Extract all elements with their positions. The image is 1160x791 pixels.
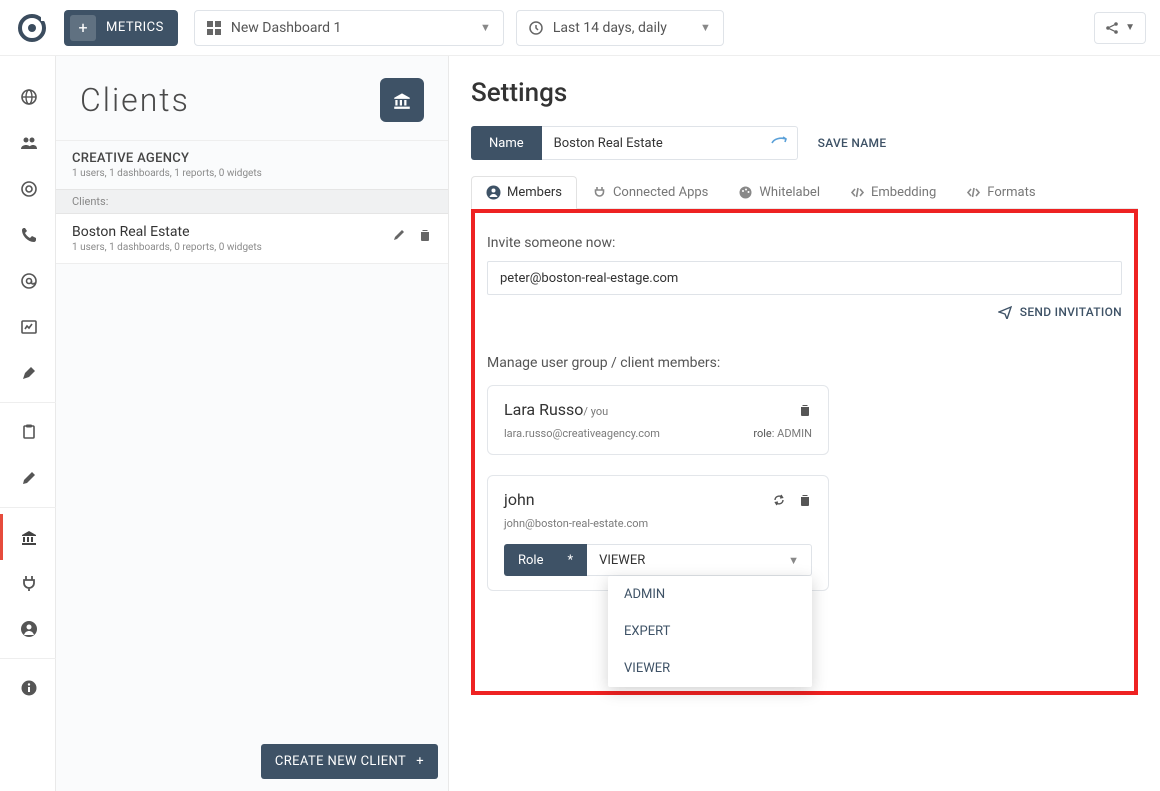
invite-email-input[interactable]	[487, 261, 1122, 295]
clock-icon	[529, 21, 543, 35]
clear-icon[interactable]	[761, 136, 797, 150]
code-icon	[966, 185, 981, 200]
edit-icon[interactable]	[392, 228, 406, 242]
tab-label: Embedding	[871, 185, 936, 200]
tab-connected-apps[interactable]: Connected Apps	[577, 176, 723, 208]
nav-clipboard-icon[interactable]	[0, 409, 56, 455]
client-name-input[interactable]	[542, 136, 761, 151]
plus-icon: +	[70, 15, 96, 41]
member-email: lara.russo@creativeagency.com	[504, 427, 660, 440]
member-you-suffix: / you	[583, 405, 608, 418]
plug-icon	[592, 185, 607, 200]
delete-icon[interactable]	[798, 493, 812, 507]
member-name: john	[504, 490, 535, 509]
send-label: SEND INVITATION	[1020, 305, 1122, 319]
tab-members[interactable]: Members	[471, 176, 577, 208]
client-meta: 1 users, 1 dashboards, 0 reports, 0 widg…	[72, 242, 392, 253]
agency-item[interactable]: CREATIVE AGENCY 1 users, 1 dashboards, 1…	[56, 140, 448, 189]
client-name: Boston Real Estate	[72, 224, 392, 240]
tab-formats[interactable]: Formats	[951, 176, 1050, 208]
dashboard-name: New Dashboard 1	[231, 20, 341, 36]
nav-at-icon[interactable]	[0, 258, 56, 304]
metrics-label: METRICS	[106, 20, 164, 35]
nav-bank-icon[interactable]	[0, 514, 56, 560]
role-option-expert[interactable]: EXPERT	[608, 613, 812, 650]
members-panel-highlight: Invite someone now: SEND INVITATION Mana…	[471, 209, 1138, 695]
clients-bank-button[interactable]	[380, 78, 424, 122]
nav-target-icon[interactable]	[0, 166, 56, 212]
nav-people-icon[interactable]	[0, 120, 56, 166]
delete-icon[interactable]	[418, 228, 432, 242]
tab-label: Connected Apps	[613, 185, 708, 200]
role-value: : ADMIN	[772, 427, 812, 440]
create-client-button[interactable]: CREATE NEW CLIENT +	[261, 744, 438, 779]
role-dropdown: ADMIN EXPERT VIEWER	[608, 576, 812, 687]
agency-meta: 1 users, 1 dashboards, 1 reports, 0 widg…	[72, 168, 432, 179]
client-item[interactable]: Boston Real Estate 1 users, 1 dashboards…	[56, 214, 448, 264]
member-email: john@boston-real-estate.com	[504, 517, 648, 530]
clients-section-label: Clients:	[56, 189, 448, 214]
tab-label: Members	[507, 185, 562, 200]
nav-plug-icon[interactable]	[0, 560, 56, 606]
app-logo[interactable]	[14, 10, 50, 46]
share-icon	[1105, 21, 1119, 35]
nav-info-icon[interactable]	[0, 665, 56, 711]
member-card: Lara Russo/ you lara.russo@creativeagenc…	[487, 385, 829, 455]
nav-phone-icon[interactable]	[0, 212, 56, 258]
grid-icon	[207, 21, 221, 35]
chevron-down-icon: ▼	[460, 21, 491, 34]
tab-whitelabel[interactable]: Whitelabel	[723, 176, 835, 208]
delete-icon[interactable]	[798, 403, 812, 417]
clients-title: Clients	[80, 81, 190, 119]
name-field-label: Name	[471, 126, 542, 160]
metrics-button[interactable]: + METRICS	[64, 10, 178, 46]
create-client-label: CREATE NEW CLIENT	[275, 754, 406, 769]
agency-name: CREATIVE AGENCY	[72, 151, 432, 166]
refresh-icon[interactable]	[772, 493, 786, 507]
tab-label: Formats	[987, 185, 1035, 200]
tab-label: Whitelabel	[759, 185, 820, 200]
role-option-viewer[interactable]: VIEWER	[608, 650, 812, 687]
palette-icon	[738, 185, 753, 200]
chevron-down-icon: ▼	[680, 21, 711, 34]
nav-edit-icon[interactable]	[0, 455, 56, 501]
role-selected-value: VIEWER	[599, 553, 645, 568]
send-icon	[998, 305, 1012, 319]
settings-title: Settings	[471, 78, 1138, 108]
role-field-label: Role*	[504, 544, 587, 576]
share-button[interactable]: ▼	[1094, 12, 1146, 44]
role-option-admin[interactable]: ADMIN	[608, 576, 812, 613]
role-label: role	[753, 427, 771, 440]
daterange-select[interactable]: Last 14 days, daily ▼	[516, 10, 724, 46]
manage-members-label: Manage user group / client members:	[487, 355, 1122, 371]
dashboard-select[interactable]: New Dashboard 1 ▼	[194, 10, 504, 46]
member-name: Lara Russo	[504, 400, 583, 419]
nav-chart-icon[interactable]	[0, 304, 56, 350]
plus-icon: +	[416, 754, 424, 769]
role-select[interactable]: VIEWER ▼	[587, 544, 812, 576]
chevron-down-icon: ▼	[788, 554, 799, 567]
chevron-down-icon: ▼	[1125, 22, 1135, 33]
tab-embedding[interactable]: Embedding	[835, 176, 951, 208]
send-invitation-button[interactable]: SEND INVITATION	[998, 305, 1122, 319]
nav-globe-icon[interactable]	[0, 74, 56, 120]
daterange-label: Last 14 days, daily	[553, 20, 667, 36]
member-card: john john@boston-real-estate.com Role* V…	[487, 475, 829, 591]
save-name-button[interactable]: SAVE NAME	[818, 136, 887, 150]
nav-user-icon[interactable]	[0, 606, 56, 652]
nav-pen-icon[interactable]	[0, 350, 56, 396]
person-icon	[486, 185, 501, 200]
code-icon	[850, 185, 865, 200]
invite-label: Invite someone now:	[487, 235, 1122, 251]
